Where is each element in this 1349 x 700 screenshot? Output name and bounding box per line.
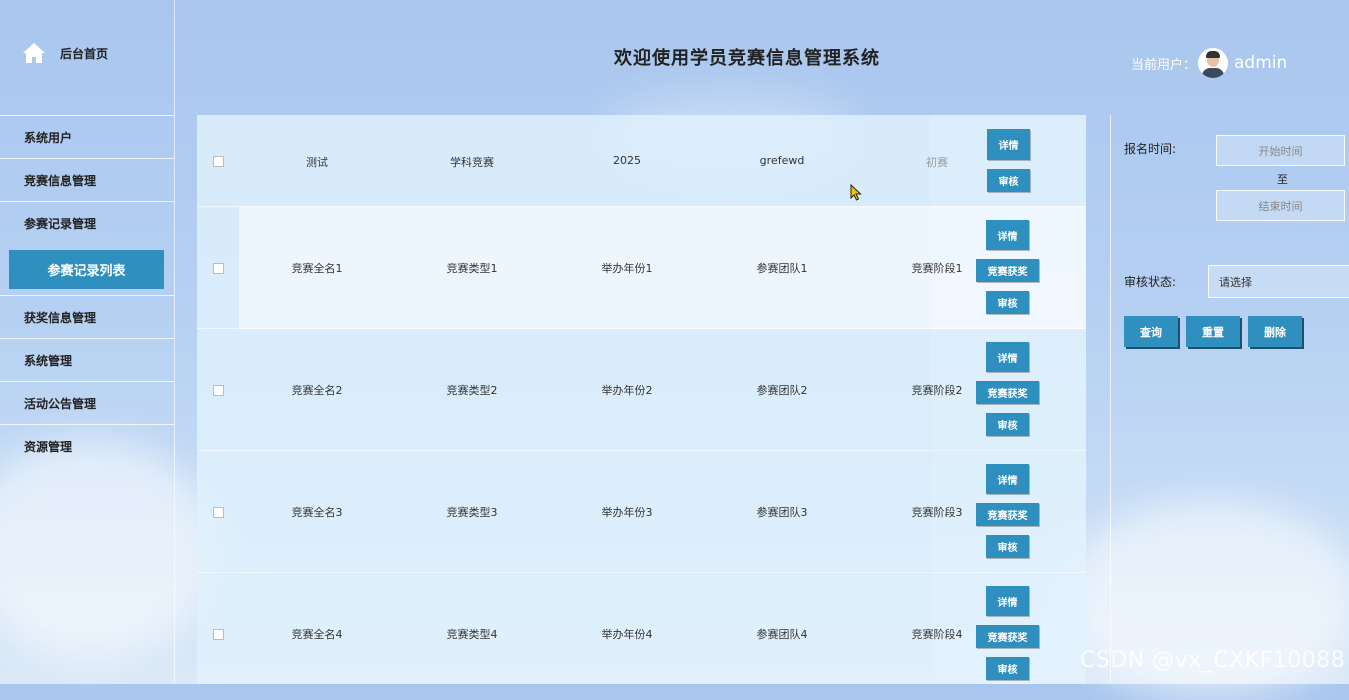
to-label: 至 [1277,173,1288,186]
query-button[interactable]: 查询 [1124,316,1178,347]
award-button[interactable]: 竞赛获奖 [976,503,1039,526]
table-row: 竞赛全名1 竞赛类型1 举办年份1 参赛团队1 竞赛阶段1 详情 竞赛获奖 审核 [197,206,1086,329]
review-status-label: 审核状态: [1124,275,1177,289]
cell-extra: xx-1 [1072,154,1086,167]
cell-competition-type: 学科竞赛 [450,156,494,169]
review-status-select[interactable]: 请选择 [1208,265,1349,298]
sidebar-menu: 系统用户 竞赛信息管理 参赛记录管理 参赛记录列表 获奖信息管理 系统管理 活动… [0,115,174,467]
row-checkbox[interactable] [213,385,224,396]
records-table: 测试 学科竞赛 2025 grefewd 初赛 xx-1 详情 审核 竞赛全名1… [197,115,1086,684]
row-actions: 详情 审核 [987,129,1030,192]
award-button[interactable]: 竞赛获奖 [976,259,1039,282]
cell-year: 举办年份1 [601,262,653,275]
cell-competition-type: 竞赛类型4 [446,628,498,641]
cell-team: grefewd [759,154,805,167]
row-checkbox[interactable] [213,156,224,167]
cell-year: 举办年份3 [601,506,653,519]
search-panel: 报名时间: 开始时间 至 结束时间 审核状态: 请选择 查询 重置 删除 [1110,115,1349,684]
row-actions: 详情 竞赛获奖 审核 [976,586,1039,680]
detail-button[interactable]: 详情 [986,220,1029,250]
review-button[interactable]: 审核 [986,535,1029,558]
cell-competition-type: 竞赛类型2 [446,384,498,397]
row-checkbox[interactable] [213,263,224,274]
sidebar-item-entry-record-list[interactable]: 参赛记录列表 [9,250,164,289]
sidebar-item-system-management[interactable]: 系统管理 [0,338,174,381]
delete-button[interactable]: 删除 [1248,316,1302,347]
cell-team: 参赛团队3 [756,506,808,519]
table-row: 竞赛全名2 竞赛类型2 举办年份2 参赛团队2 竞赛阶段2 详情 竞赛获奖 审核 [197,328,1086,451]
cell-competition-name: 竞赛全名2 [291,384,343,397]
review-button[interactable]: 审核 [986,657,1029,680]
cell-competition-type: 竞赛类型3 [446,506,498,519]
reset-button[interactable]: 重置 [1186,316,1240,347]
current-user: 当前用户： admin [1131,48,1287,78]
review-button[interactable]: 审核 [986,413,1029,436]
cell-year: 举办年份2 [601,384,653,397]
cell-team: 参赛团队2 [756,384,808,397]
cell-competition-type: 竞赛类型1 [446,262,498,275]
review-button[interactable]: 审核 [987,169,1030,192]
current-user-label: 当前用户： [1131,57,1197,73]
table-row: 测试 学科竞赛 2025 grefewd 初赛 xx-1 详情 审核 [197,115,1086,207]
sidebar-item-award-info[interactable]: 获奖信息管理 [0,295,174,338]
sidebar-item-resources[interactable]: 资源管理 [0,424,174,467]
mouse-cursor-icon [850,184,862,201]
cell-competition-name: 竞赛全名3 [291,506,343,519]
watermark: CSDN @vx_CXKF10088 [1080,648,1346,673]
review-button[interactable]: 审核 [986,291,1029,314]
row-actions: 详情 竞赛获奖 审核 [976,342,1039,436]
cell-year: 2025 [613,154,641,167]
avatar[interactable] [1198,48,1229,78]
page-title: 欢迎使用学员竞赛信息管理系统 [614,48,880,69]
award-button[interactable]: 竞赛获奖 [976,625,1039,648]
table-row: 竞赛全名4 竞赛类型4 举办年份4 参赛团队4 竞赛阶段4 详情 竞赛获奖 审核 [197,572,1086,684]
cell-year: 举办年份4 [601,628,653,641]
start-time-input[interactable]: 开始时间 [1216,135,1345,166]
row-checkbox[interactable] [213,629,224,640]
detail-button[interactable]: 详情 [986,586,1029,616]
home-icon [23,43,45,63]
home-label: 后台首页 [60,46,109,61]
sidebar-item-announcements[interactable]: 活动公告管理 [0,381,174,424]
cell-competition-name: 测试 [306,156,328,169]
home-link[interactable]: 后台首页 [22,42,108,64]
cell-competition-name: 竞赛全名4 [291,628,343,641]
sidebar-item-entry-records[interactable]: 参赛记录管理 [0,201,174,244]
row-actions: 详情 竞赛获奖 审核 [976,464,1039,558]
sidebar-item-system-users[interactable]: 系统用户 [0,115,174,158]
signup-time-label: 报名时间: [1124,142,1177,156]
table-row: 竞赛全名3 竞赛类型3 举办年份3 参赛团队3 竞赛阶段3 详情 竞赛获奖 审核 [197,450,1086,573]
username: admin [1234,53,1288,73]
end-time-input[interactable]: 结束时间 [1216,190,1345,221]
sidebar: 后台首页 系统用户 竞赛信息管理 参赛记录管理 参赛记录列表 获奖信息管理 系统… [0,0,175,684]
award-button[interactable]: 竞赛获奖 [976,381,1039,404]
row-checkbox[interactable] [213,507,224,518]
row-actions: 详情 竞赛获奖 审核 [976,220,1039,314]
cell-competition-name: 竞赛全名1 [291,262,343,275]
detail-button[interactable]: 详情 [987,129,1030,160]
cell-team: 参赛团队1 [756,262,808,275]
sidebar-item-competition-info[interactable]: 竞赛信息管理 [0,158,174,201]
detail-button[interactable]: 详情 [986,464,1029,494]
detail-button[interactable]: 详情 [986,342,1029,372]
cell-team: 参赛团队4 [756,628,808,641]
